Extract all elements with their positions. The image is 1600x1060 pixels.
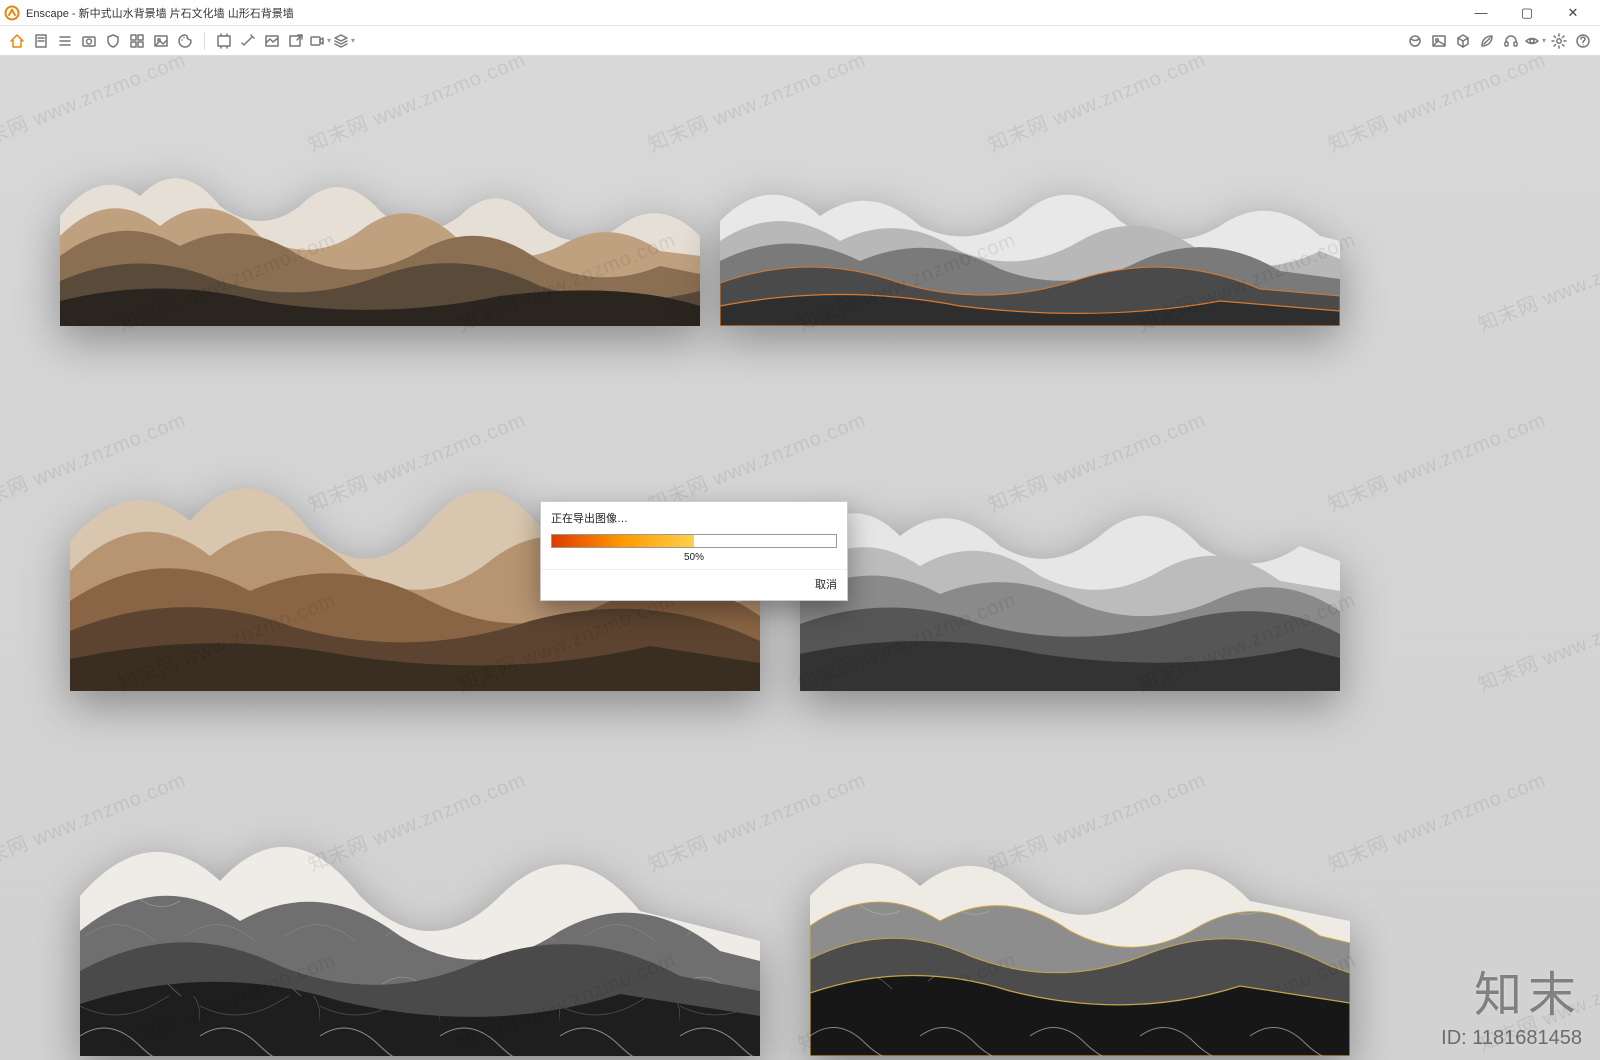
dialog-title: 正在导出图像… (541, 502, 847, 532)
gallery-icon[interactable] (261, 30, 283, 52)
titlebar: Enscape - 新中式山水背景墙 片石文化墙 山形石背景墙 — ▢ ✕ (0, 0, 1600, 26)
layers-icon[interactable] (333, 30, 355, 52)
toolbar-left (6, 30, 355, 52)
video-icon[interactable] (309, 30, 331, 52)
export-progress-dialog: 正在导出图像… 50% 取消 (540, 501, 848, 601)
progress-bar-fill (552, 535, 694, 547)
page-icon[interactable] (30, 30, 52, 52)
leaf-icon[interactable] (1476, 30, 1498, 52)
home-icon[interactable] (6, 30, 28, 52)
window-title: Enscape - 新中式山水背景墙 片石文化墙 山形石背景墙 (26, 5, 1458, 21)
gear-icon[interactable] (1548, 30, 1570, 52)
image-icon[interactable] (150, 30, 172, 52)
export-image-icon[interactable] (285, 30, 307, 52)
brand-name: 知末 (1441, 955, 1582, 1025)
model-panel-4 (800, 426, 1340, 691)
window-controls: — ▢ ✕ (1458, 0, 1596, 26)
screenshot-icon[interactable] (213, 30, 235, 52)
cube-icon[interactable] (1452, 30, 1474, 52)
material-icon[interactable] (1404, 30, 1426, 52)
model-panel-1 (60, 96, 700, 326)
model-panel-5 (80, 756, 760, 1056)
shield-icon[interactable] (102, 30, 124, 52)
headset-icon[interactable] (1500, 30, 1522, 52)
palette-icon[interactable] (174, 30, 196, 52)
picture-icon[interactable] (1428, 30, 1450, 52)
brand-id: ID: 1181681458 (1441, 1027, 1582, 1050)
list-icon[interactable] (54, 30, 76, 52)
maximize-button[interactable]: ▢ (1504, 0, 1550, 26)
progress-bar (551, 534, 837, 548)
cancel-button[interactable]: 取消 (815, 579, 837, 591)
help-icon[interactable] (1572, 30, 1594, 52)
brand-watermark: 知末 ID: 1181681458 (1441, 955, 1582, 1050)
toolbar: ︿ (0, 26, 1600, 56)
model-panel-2 (720, 111, 1340, 326)
wand-icon[interactable] (237, 30, 259, 52)
app-icon (4, 5, 20, 21)
eye-icon[interactable] (1524, 30, 1546, 52)
minimize-button[interactable]: — (1458, 0, 1504, 26)
viewport[interactable]: 知末网 www.znzmo.com知末网 www.znzmo.com知末网 ww… (0, 56, 1600, 1060)
progress-percent: 50% (541, 548, 847, 569)
grid-icon[interactable] (126, 30, 148, 52)
close-button[interactable]: ✕ (1550, 0, 1596, 26)
camera-icon[interactable] (78, 30, 100, 52)
toolbar-right (1404, 30, 1594, 52)
model-panel-6 (810, 781, 1350, 1056)
